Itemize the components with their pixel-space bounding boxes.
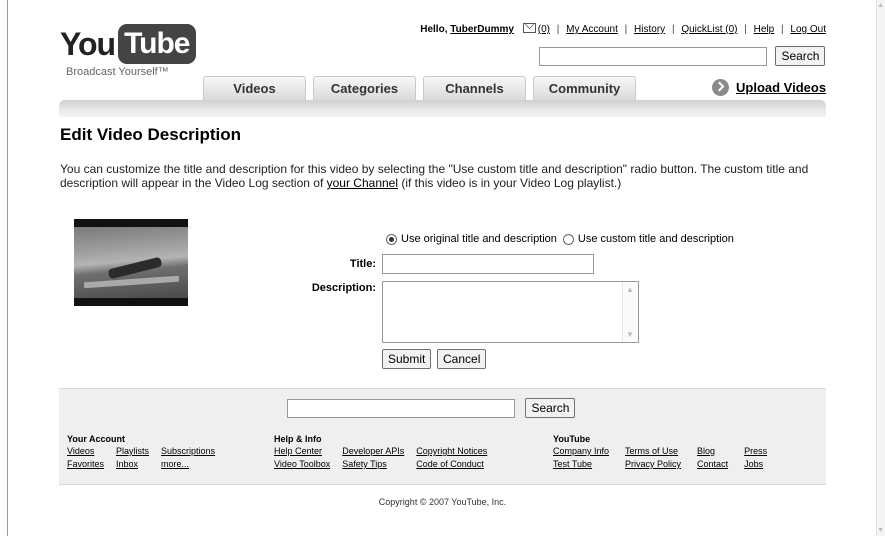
user-utility-bar: Hello, TuberDummy (0) | My Account | His… (420, 23, 826, 35)
tab-videos[interactable]: Videos (203, 76, 306, 101)
title-source-radio-group: Use original title and description Use c… (386, 233, 740, 245)
footer-search: Search (287, 398, 576, 418)
youtube-logo[interactable]: You Tube Broadcast Yourself™ (60, 24, 196, 78)
title-input[interactable] (382, 254, 594, 274)
copyright-text: Copyright © 2007 YouTube, Inc. (378, 497, 507, 507)
logo-tube-text: Tube (118, 24, 196, 64)
radio-original[interactable] (386, 233, 397, 245)
footer-link-jobs[interactable]: Jobs (744, 459, 767, 469)
scroll-down-arrow-icon[interactable]: ▼ (626, 330, 634, 339)
header-search: Search (539, 46, 826, 66)
footer-link-press[interactable]: Press (744, 446, 767, 456)
footer-link-playlists[interactable]: Playlists (116, 446, 149, 456)
footer-heading: YouTube (553, 434, 591, 444)
footer: Search Your Account Videos Playlists Sub… (59, 388, 826, 485)
footer-link-video-toolbox[interactable]: Video Toolbox (274, 459, 330, 469)
nav-bar-strip (59, 100, 826, 117)
footer-heading: Your Account (67, 434, 125, 444)
greeting-text: Hello, (420, 24, 448, 35)
footer-link-videos[interactable]: Videos (67, 446, 104, 456)
upload-videos-label[interactable]: Upload Videos (736, 80, 826, 95)
separator: | (671, 24, 675, 35)
tab-channels[interactable]: Channels (423, 76, 526, 101)
logout-link[interactable]: Log Out (790, 24, 826, 35)
quicklist-label: QuickList (681, 24, 723, 35)
footer-search-button[interactable]: Search (525, 398, 576, 418)
quicklist-link[interactable]: QuickList (0) (681, 24, 737, 35)
separator: | (744, 24, 747, 35)
tab-community[interactable]: Community (533, 76, 636, 101)
radio-custom[interactable] (562, 233, 574, 245)
your-channel-link[interactable]: your Channel (327, 176, 398, 190)
submit-button[interactable]: Submit (382, 349, 432, 369)
footer-link-copyright-notices[interactable]: Copyright Notices (416, 446, 487, 456)
help-link[interactable]: Help (754, 24, 775, 35)
cancel-button[interactable]: Cancel (437, 349, 487, 369)
footer-link-developer-apis[interactable]: Developer APIs (342, 446, 404, 456)
page-title: Edit Video Description (60, 125, 242, 144)
footer-link-more[interactable]: more... (161, 459, 215, 469)
title-label: Title: (349, 258, 376, 270)
footer-link-blog[interactable]: Blog (697, 446, 728, 456)
footer-link-favorites[interactable]: Favorites (67, 459, 104, 469)
video-thumbnail-image (74, 227, 188, 298)
mail-icon[interactable] (522, 23, 536, 33)
scroll-up-arrow-icon[interactable]: ▲ (626, 285, 634, 294)
my-account-link[interactable]: My Account (566, 24, 618, 35)
footer-link-contact[interactable]: Contact (697, 459, 728, 469)
scroll-up-arrow-icon[interactable]: ▲ (877, 2, 884, 9)
video-thumbnail[interactable] (74, 219, 188, 306)
tab-categories[interactable]: Categories (313, 76, 416, 101)
window-scrollbar[interactable]: ▲ ▼ (876, 0, 885, 536)
history-link[interactable]: History (634, 24, 665, 35)
radio-original-label[interactable]: Use original title and description (401, 233, 557, 245)
upload-arrow-icon (712, 79, 729, 96)
separator: | (624, 24, 628, 35)
footer-link-safety-tips[interactable]: Safety Tips (342, 459, 404, 469)
footer-link-company-info[interactable]: Company Info (553, 446, 609, 456)
footer-heading: Help & Info (274, 434, 322, 444)
logo-you-text: You (60, 25, 116, 62)
description-scrollbar[interactable]: ▲ ▼ (622, 282, 638, 342)
footer-help-info: Help & Info Help Center Developer APIs C… (274, 434, 487, 469)
footer-link-subscriptions[interactable]: Subscriptions (161, 446, 215, 456)
separator: | (556, 24, 560, 35)
header-search-input[interactable] (539, 46, 767, 66)
separator: | (781, 24, 784, 35)
footer-link-help-center[interactable]: Help Center (274, 446, 330, 456)
logo-tagline: Broadcast Yourself™ (66, 66, 169, 78)
page-left-border (7, 0, 8, 536)
footer-link-test-tube[interactable]: Test Tube (553, 459, 609, 469)
main-nav-tabs: Videos Categories Channels Community (203, 76, 643, 101)
radio-custom-label[interactable]: Use custom title and description (578, 233, 734, 245)
footer-your-account: Your Account Videos Playlists Subscripti… (67, 434, 215, 469)
footer-link-inbox[interactable]: Inbox (116, 459, 149, 469)
inbox-count-link[interactable]: (0) (538, 24, 550, 35)
upload-videos-link[interactable]: Upload Videos (712, 79, 826, 96)
intro-text-after: (if this video is in your Video Log play… (398, 176, 622, 190)
page-intro-text: You can customize the title and descript… (60, 162, 830, 190)
header-search-button[interactable]: Search (775, 46, 826, 66)
quicklist-count: (0) (725, 24, 738, 35)
description-textarea[interactable]: ▲ ▼ (382, 281, 639, 343)
footer-search-input[interactable] (287, 398, 515, 418)
footer-link-terms-of-use[interactable]: Terms of Use (625, 446, 681, 456)
username-link[interactable]: TuberDummy (450, 24, 514, 35)
scroll-down-arrow-icon[interactable]: ▼ (877, 527, 884, 534)
description-label: Description: (311, 282, 376, 294)
footer-link-privacy-policy[interactable]: Privacy Policy (625, 459, 681, 469)
footer-youtube: YouTube Company Info Terms of Use Blog P… (553, 434, 767, 469)
footer-link-code-of-conduct[interactable]: Code of Conduct (416, 459, 487, 469)
